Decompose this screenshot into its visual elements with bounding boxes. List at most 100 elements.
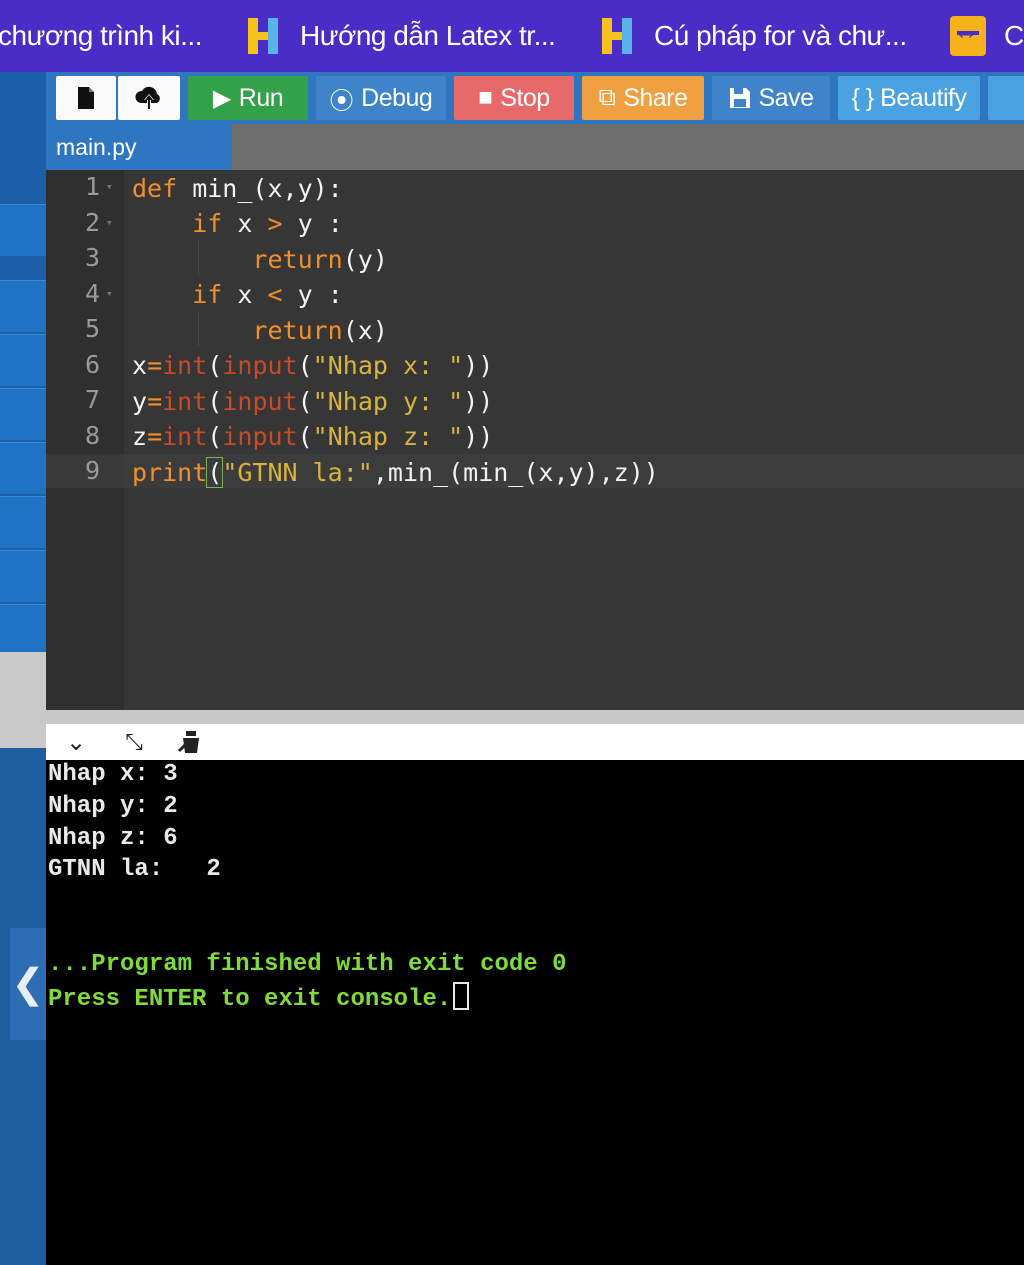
sidebar-item[interactable]: [0, 280, 46, 332]
code-line: if x > y :: [132, 207, 343, 241]
code-line: y=int(input("Nhap y: ")): [132, 385, 493, 419]
code-token: x: [132, 351, 148, 380]
line-number: 6: [84, 350, 100, 379]
upload-button[interactable]: [118, 76, 180, 120]
code-token: y :: [282, 209, 343, 238]
code-editor[interactable]: 1 2 3 4 5 6 7 8 9 ▾ ▾ ▾ def min_(x,y): i…: [46, 170, 1024, 710]
line-number: 4: [84, 279, 100, 308]
console-line: Nhap z: 6: [48, 825, 178, 852]
line-number: 2: [84, 208, 100, 237]
code-token: input: [222, 387, 298, 416]
code-token: (: [206, 457, 224, 488]
code-token: (: [207, 387, 223, 416]
line-number: 3: [84, 243, 100, 272]
file-tab-bar: main.py: [46, 124, 1024, 170]
code-token: ,min_(min_(x,y),z)): [372, 458, 659, 487]
code-token: )): [463, 387, 494, 416]
toolbar: ▶ Run ⦿ Debug ■ Stop ⧉ Share Save { } Beauti…: [46, 72, 1024, 124]
new-file-button[interactable]: [56, 76, 116, 120]
code-token: int: [162, 351, 208, 380]
line-number: 5: [84, 314, 100, 343]
code-token: y: [132, 387, 148, 416]
file-tab-label: main.py: [56, 133, 137, 160]
sidebar-item[interactable]: [0, 604, 46, 656]
code-line: def min_(x,y):: [132, 172, 343, 206]
run-button[interactable]: ▶ Run: [188, 76, 308, 120]
code-token: "GTNN la:": [222, 458, 373, 487]
stop-icon: ■: [478, 84, 493, 111]
line-number: 7: [84, 385, 100, 414]
code-token: =: [147, 387, 163, 416]
sidebar-item[interactable]: [0, 204, 46, 256]
code-token: int: [162, 387, 208, 416]
code-token: (: [297, 422, 313, 451]
code-token: input: [222, 422, 298, 451]
sidebar-item[interactable]: [0, 334, 46, 386]
beautify-button[interactable]: { } Beautify: [838, 76, 980, 120]
code-token: =: [147, 422, 163, 451]
left-sidebar: ❮: [0, 72, 46, 1265]
code-token: (x): [342, 316, 388, 345]
code-token: def: [132, 174, 178, 203]
line-number: 8: [84, 421, 100, 450]
console-cursor: [453, 982, 470, 1010]
more-toolbar-button[interactable]: [988, 76, 1024, 120]
code-token: (y): [342, 245, 388, 274]
code-line: return(y): [132, 243, 388, 277]
code-token: <: [267, 280, 283, 309]
sidebar-item[interactable]: [0, 550, 46, 602]
browser-tab-2[interactable]: Hướng dẫn Latex tr...: [246, 0, 556, 72]
console-toolbar: ⌄ ⤡: [46, 724, 1024, 760]
code-token: return: [252, 245, 343, 274]
debug-button[interactable]: ⦿ Debug: [316, 76, 446, 120]
console-output[interactable]: Nhap x: 3 Nhap y: 2 Nhap z: 6 GTNN la: 2…: [46, 760, 1024, 1265]
browser-tab-title: Hướng dẫn Latex tr...: [300, 20, 556, 51]
clear-console-icon[interactable]: [174, 728, 206, 756]
save-button[interactable]: Save: [712, 76, 830, 120]
collapse-sidebar-button[interactable]: ❮: [10, 928, 46, 1040]
code-token: min_(x,y):: [177, 174, 343, 203]
code-line: print("GTNN la:",min_(min_(x,y),z)): [132, 456, 659, 490]
share-icon: ⧉: [598, 84, 616, 111]
file-tab-main[interactable]: main.py: [46, 124, 232, 170]
console-prompt: Press ENTER to exit console.: [48, 986, 452, 1013]
panel-splitter[interactable]: [46, 710, 1024, 724]
save-icon: [729, 88, 750, 108]
code-token: (: [297, 387, 313, 416]
code-token: (: [207, 351, 223, 380]
browser-tab-bar: chương trình ki... Hướng dẫn Latex tr...…: [0, 0, 1024, 72]
code-line: x=int(input("Nhap x: ")): [132, 349, 493, 383]
code-token: input: [222, 351, 298, 380]
browser-tab-1[interactable]: chương trình ki...: [0, 0, 202, 72]
browser-tab-title: chương trình ki...: [0, 20, 202, 51]
console-prompt-line: Press ENTER to exit console.: [48, 982, 470, 1015]
share-button[interactable]: ⧉ Share: [582, 76, 704, 120]
line-number: 1: [84, 172, 100, 201]
fold-toggle-icon[interactable]: ▾: [106, 287, 113, 300]
code-token: )): [463, 351, 494, 380]
sidebar-item[interactable]: [0, 388, 46, 440]
console-line: GTNN la: 2: [48, 856, 221, 883]
fold-toggle-icon[interactable]: ▾: [106, 216, 113, 229]
sidebar-divider: [0, 652, 46, 748]
console-line: Nhap y: 2: [48, 793, 178, 820]
browser-tab-4[interactable]: C: [950, 0, 1024, 72]
code-token: "Nhap y: ": [312, 387, 464, 416]
fold-toggle-icon[interactable]: ▾: [106, 180, 113, 193]
code-token: x: [222, 209, 268, 238]
h-logo-icon: [246, 16, 282, 56]
browser-tab-3[interactable]: Cú pháp for và chư...: [600, 0, 907, 72]
h-logo-icon: [600, 16, 636, 56]
sidebar-item[interactable]: [0, 442, 46, 494]
code-line: z=int(input("Nhap z: ")): [132, 420, 493, 454]
sidebar-item[interactable]: [0, 496, 46, 548]
chevron-down-icon[interactable]: ⌄: [60, 728, 92, 756]
stop-button[interactable]: ■ Stop: [454, 76, 574, 120]
chevron-left-icon: ❮: [11, 962, 45, 1006]
play-icon: ▶: [212, 84, 231, 112]
expand-icon[interactable]: ⤡: [118, 728, 150, 756]
code-token: )): [463, 422, 494, 451]
